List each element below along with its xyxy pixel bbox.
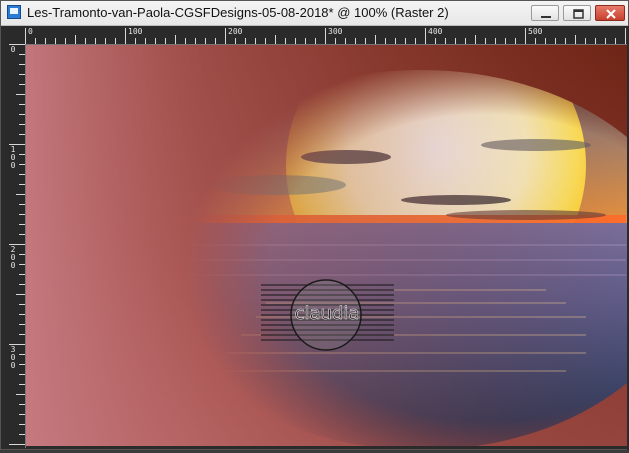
- minimize-icon: [541, 16, 551, 18]
- ruler-label-100: 100: [128, 27, 143, 36]
- restore-icon: [573, 9, 584, 19]
- watermark-text: claudia: [295, 303, 360, 324]
- ruler-label-0: 0: [28, 27, 33, 36]
- vertical-ruler[interactable]: 0 1 0 0 2 0 0 3 0 0: [7, 44, 26, 448]
- vruler-label-200: 2 0 0: [10, 245, 16, 270]
- minimize-button[interactable]: [531, 5, 559, 21]
- image-canvas[interactable]: claudia: [26, 45, 627, 446]
- close-button[interactable]: [595, 5, 625, 21]
- ruler-label-200: 200: [228, 27, 243, 36]
- vruler-label-100: 1 0 0: [10, 145, 16, 170]
- paintshop-image-icon: [7, 5, 21, 19]
- sunset-artwork: claudia: [26, 45, 627, 446]
- close-icon: [606, 9, 616, 19]
- restore-button[interactable]: [563, 5, 591, 21]
- ruler-corner: [7, 26, 25, 44]
- watermark-stamp: claudia: [261, 279, 394, 351]
- ruler-label-300: 300: [328, 27, 343, 36]
- horizontal-ruler[interactable]: 0 100 200 300 400 500: [25, 26, 628, 45]
- window-title: Les-Tramonto-van-Paola-CGSFDesigns-05-08…: [27, 5, 449, 20]
- image-window: Les-Tramonto-van-Paola-CGSFDesigns-05-08…: [0, 0, 629, 450]
- ruler-label-500: 500: [528, 27, 543, 36]
- ruler-label-400: 400: [428, 27, 443, 36]
- rose-frame-overlay: [26, 45, 627, 446]
- vruler-label-0: 0: [10, 45, 16, 54]
- title-bar[interactable]: Les-Tramonto-van-Paola-CGSFDesigns-05-08…: [1, 1, 628, 26]
- vruler-label-300: 3 0 0: [10, 345, 16, 370]
